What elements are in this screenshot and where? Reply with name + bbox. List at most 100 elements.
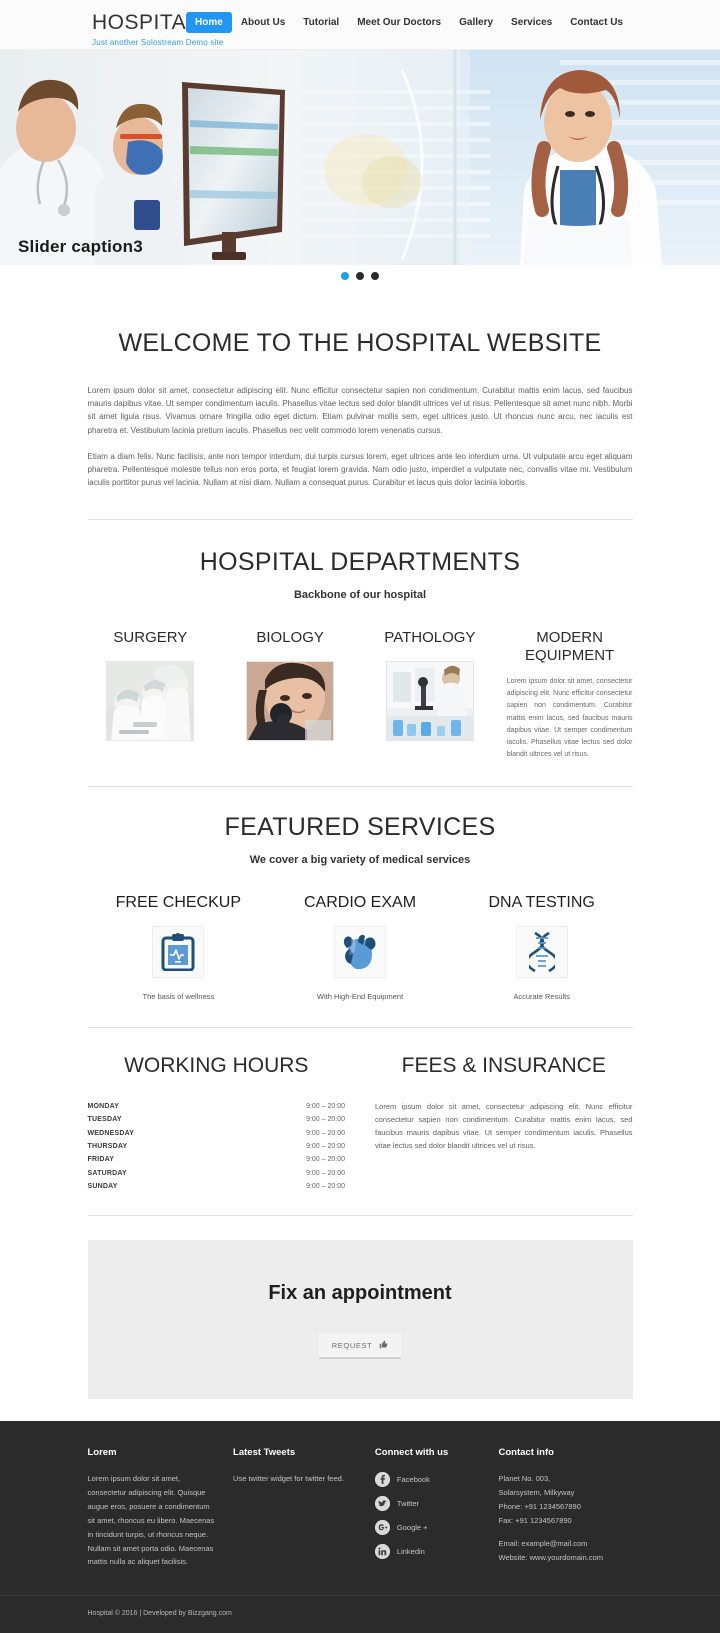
service-card-cardio-exam[interactable]: CARDIO EXAM With High-End Equipment [269,894,451,1001]
request-appointment-button[interactable]: REQUEST [319,1333,401,1360]
contact-phone: Phone: +91 1234567890 [498,1501,581,1511]
departments-title: HOSPITAL DEPARTMENTS [199,548,521,577]
footer-column-latest-tweets: Latest Tweets Use twitter widget for twi… [233,1447,361,1569]
request-button-label: REQUEST [331,1340,373,1350]
working-hours-block: WORKING HOURS MONDAY 9:00 – 20:00 TUESDA… [88,1054,346,1194]
service-caption: With High-End Equipment [316,991,404,1001]
departments-subtitle: Backbone of our hospital [293,589,426,602]
service-card-dna-testing[interactable]: DNA TESTING Accurate Results [451,894,633,1001]
hours-time: 9:00 – 20:00 [306,1129,345,1137]
social-link-linkedin[interactable]: Linkedin [374,1544,485,1560]
hours-day: WEDNESDAY [87,1129,135,1137]
department-name: SURGERY [113,629,188,647]
slider-dot-1[interactable] [341,272,349,280]
social-label: Linkedin [396,1547,425,1557]
copyright-text: Hospital © 2016 | Developed by Bizzgang.… [87,1610,232,1618]
table-row: MONDAY 9:00 – 20:00 [88,1100,346,1113]
contact-address-line-2: Solarsystem, Milkyway [498,1488,575,1498]
social-link-facebook[interactable]: Facebook [374,1472,485,1488]
footer-heading-connect: Connect with us [374,1447,449,1459]
heart-icon [334,925,386,978]
service-caption: The basis of wellness [142,991,215,1001]
hours-time: 9:00 – 20:00 [306,1142,345,1150]
hours-day: SUNDAY [87,1183,118,1190]
hours-time: 9:00 – 20:00 [306,1156,345,1164]
services-subtitle: We cover a big variety of medical servic… [249,853,471,866]
fees-description: Lorem ipsum dolor sit amet, consectetur … [375,1101,633,1150]
table-row: WEDNESDAY 9:00 – 20:00 [88,1126,346,1139]
table-row: THURSDAY 9:00 – 20:00 [88,1140,346,1153]
nav-item-meet-our-doctors[interactable]: Meet Our Doctors [348,12,450,33]
nav-item-contact-us[interactable]: Contact Us [561,12,632,33]
footer-column-connect: Connect with us Facebook Twitter Google … [374,1447,485,1569]
copyright-bar: Hospital © 2016 | Developed by Bizzgang.… [0,1595,720,1633]
main-navigation[interactable]: Home About Us Tutorial Meet Our Doctors … [186,12,632,33]
nav-item-tutorial[interactable]: Tutorial [294,12,348,33]
service-card-free-checkup[interactable]: FREE CHECKUP The basis of wellness [88,894,270,1001]
welcome-paragraph-1: Lorem ipsum dolor sit amet, consectetur … [87,386,633,435]
social-label: Facebook [396,1475,430,1485]
hero-slider[interactable]: Slider caption3 [0,50,720,265]
appointment-section: Fix an appointment REQUEST [87,1240,633,1400]
department-description: Lorem ipsum dolor sit amet, consectetur … [506,677,633,759]
departments-grid: SURGERY BIOLOGY PATHOLOGY MODERN EQUIPME… [88,629,633,761]
dna-helix-icon [515,925,568,978]
table-row: SUNDAY 9:00 – 20:00 [88,1180,346,1193]
footer-column-contact-info: Contact info Planet No. 003, Solarsystem… [499,1447,633,1569]
fees-title: FEES & INSURANCE [401,1053,606,1077]
hours-day: TUESDAY [87,1116,122,1124]
footer-text-lorem: Lorem ipsum dolor sit amet, consectetur … [87,1474,215,1567]
featured-services-section: FEATURED SERVICES We cover a big variety… [87,787,633,1028]
hours-and-fees-section: WORKING HOURS MONDAY 9:00 – 20:00 TUESDA… [88,1028,633,1194]
thumbs-up-icon [379,1340,388,1351]
services-title: FEATURED SERVICES [224,812,496,841]
departments-section: HOSPITAL DEPARTMENTS Backbone of our hos… [87,520,633,787]
social-label: Twitter [396,1499,419,1509]
nav-item-gallery[interactable]: Gallery [450,12,502,33]
service-name: CARDIO EXAM [304,893,417,911]
welcome-section: WELCOME TO THE HOSPITAL WEBSITE Lorem ip… [87,287,633,521]
footer-text-latest-tweets: Use twitter widget for twitter feed. [233,1474,344,1484]
department-card-surgery[interactable]: SURGERY [88,629,214,742]
hours-time: 9:00 – 20:00 [306,1102,345,1110]
site-footer: Lorem Lorem ipsum dolor sit amet, consec… [0,1421,720,1633]
contact-website[interactable]: Website: www.yourdomain.com [499,1551,633,1565]
site-header: HOSPITAL Just another Solostream Demo si… [0,0,720,50]
slider-dot-3[interactable] [371,272,379,280]
hours-day: THURSDAY [87,1142,128,1150]
contact-fax: Fax: +91 1234567890 [498,1515,572,1525]
footer-heading-latest-tweets: Latest Tweets [233,1447,296,1459]
slider-pagination[interactable] [0,265,720,287]
appointment-title: Fix an appointment [268,1282,452,1305]
social-link-twitter[interactable]: Twitter [374,1496,485,1512]
divider [87,1215,633,1217]
social-link-google-plus[interactable]: Google + [374,1520,485,1536]
table-row: SATURDAY 9:00 – 20:00 [88,1166,346,1179]
welcome-title: WELCOME TO THE HOSPITAL WEBSITE [118,329,602,357]
table-row: TUESDAY 9:00 – 20:00 [88,1113,346,1126]
hours-time: 9:00 – 20:00 [306,1183,345,1190]
department-card-biology[interactable]: BIOLOGY [227,629,353,742]
footer-heading-lorem: Lorem [87,1447,117,1459]
welcome-paragraph-2: Etiam a diam felis. Nunc facilisis, ante… [87,451,633,488]
department-name: BIOLOGY [256,629,324,647]
service-name: FREE CHECKUP [115,893,242,911]
department-card-pathology[interactable]: PATHOLOGY [367,629,493,742]
linkedin-icon [374,1544,390,1560]
nav-item-services[interactable]: Services [502,12,561,33]
slider-dot-2[interactable] [356,272,364,280]
department-name: MODERN EQUIPMENT [525,629,615,664]
nav-item-home[interactable]: Home [186,12,232,33]
nav-item-about-us[interactable]: About Us [232,12,294,33]
contact-email[interactable]: Email: example@mail.com [499,1537,633,1551]
working-hours-title: WORKING HOURS [124,1053,309,1077]
department-card-modern-equipment[interactable]: MODERN EQUIPMENT Lorem ipsum dolor sit a… [507,629,633,761]
google-plus-icon [374,1520,390,1536]
hours-time: 9:00 – 20:00 [306,1169,345,1177]
clipboard-ecg-icon [152,925,205,978]
social-label: Google + [396,1523,428,1533]
table-row: FRIDAY 9:00 – 20:00 [88,1153,346,1166]
divider-wrap [87,1215,633,1217]
social-links-list: Facebook Twitter Google + Linkedin [374,1472,485,1560]
